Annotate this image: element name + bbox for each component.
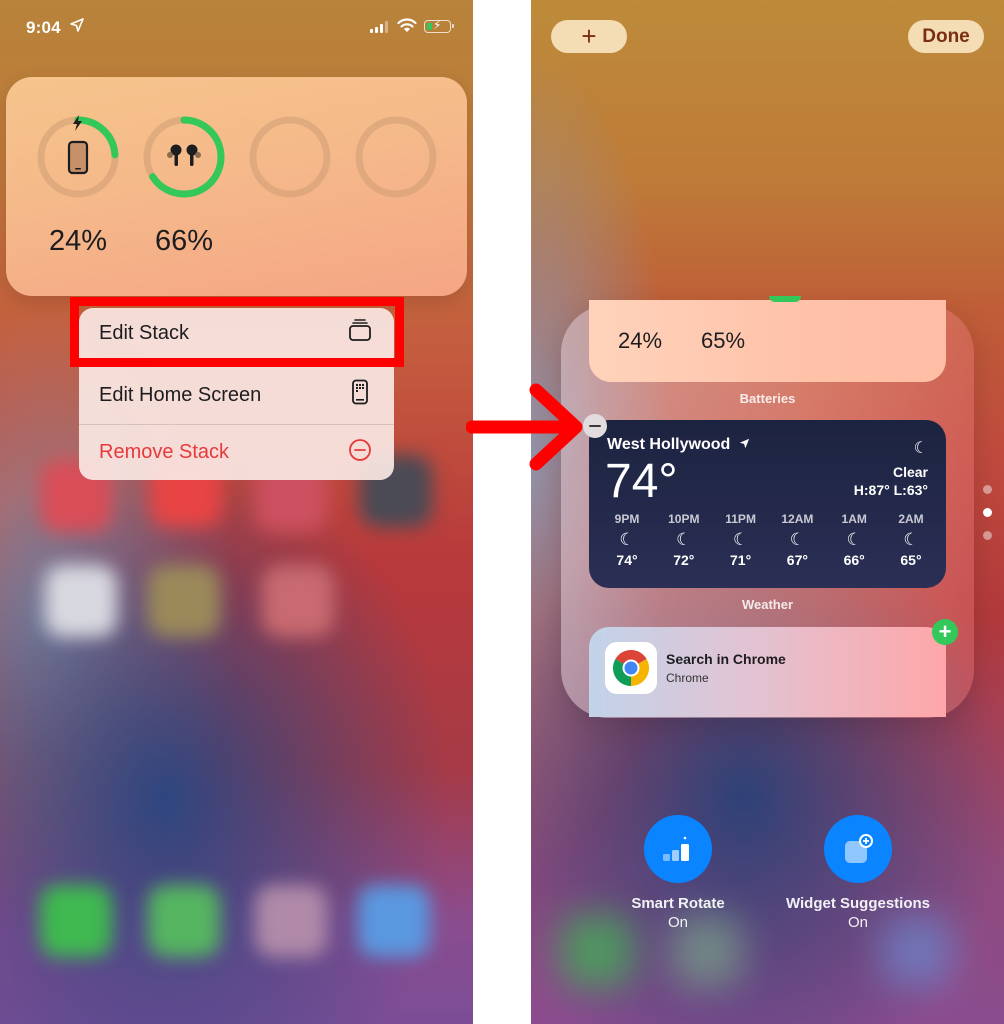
batteries-widget-preview[interactable]: 24% 65%: [589, 296, 946, 382]
hour-temp: 74°: [616, 552, 638, 568]
hourly-item: 2AM ☾ 65°: [883, 512, 939, 568]
chrome-widget-title: Search in Chrome: [666, 651, 786, 667]
weather-condition: Clear: [892, 464, 928, 480]
widget-suggestions-toggle[interactable]: Widget Suggestions On: [768, 815, 948, 931]
hour-label: 9PM: [614, 512, 640, 526]
blurred-app-icon: [45, 565, 117, 637]
hourly-item: 9PM ☾ 74°: [599, 512, 655, 568]
menu-item-label: Edit Home Screen: [99, 383, 262, 406]
hourly-item: 1AM ☾ 66°: [826, 512, 882, 568]
hourly-item: 12AM ☾ 67°: [769, 512, 825, 568]
widget-suggestions-icon: [824, 815, 892, 883]
page-dot[interactable]: [983, 531, 992, 540]
hour-temp: 71°: [730, 552, 752, 568]
battery-ring-peek: [769, 296, 801, 302]
charging-bolt-icon: ⚡: [433, 18, 442, 32]
moon-stars-icon: ☾: [913, 440, 928, 457]
home-screen-phone-icon: [348, 379, 372, 411]
left-screenshot: 9:04 ⚡ 24% 66% Edit Stack Edit Home Scre…: [0, 0, 473, 1024]
remove-widget-button[interactable]: [583, 414, 607, 438]
moon-stars-icon: ☾: [676, 530, 692, 549]
battery-level-fill: [426, 22, 432, 30]
blurred-dock-phone: [40, 885, 112, 957]
location-arrow-icon: [70, 18, 84, 36]
blurred-dock-messages: [148, 885, 220, 957]
hour-label: 11PM: [725, 512, 756, 526]
toggle-state: On: [847, 914, 868, 931]
right-screenshot: + Done 24% 65% Batteries West Hollywood …: [531, 0, 1004, 1024]
status-bar: 9:04 ⚡: [0, 14, 473, 44]
toggle-state: On: [667, 914, 688, 931]
minus-icon: [589, 424, 601, 428]
widget-caption-weather: Weather: [741, 597, 794, 612]
hour-temp: 65°: [900, 552, 922, 568]
add-widget-badge[interactable]: +: [932, 619, 958, 645]
hourly-item: 10PM ☾ 72°: [656, 512, 712, 568]
blurred-app-icon: [148, 565, 220, 637]
hour-label: 2AM: [898, 512, 924, 526]
empty-battery-ring: [355, 116, 437, 198]
moon-stars-icon: ☾: [846, 530, 862, 549]
wifi-icon: [397, 18, 417, 34]
blurred-app-icon: [262, 565, 334, 637]
batteries-widget[interactable]: 24% 66%: [6, 77, 467, 296]
weather-hourly-forecast: 9PM ☾ 74° 10PM ☾ 72° 11PM ☾ 71° 12AM ☾ 67° 1AM ☾ 6…: [599, 512, 939, 568]
status-time: 9:04: [26, 18, 61, 37]
airpods-battery-percent: 66%: [154, 225, 214, 257]
done-button[interactable]: Done: [908, 20, 984, 53]
chrome-icon: [605, 642, 657, 694]
hourly-item: 11PM ☾ 71°: [713, 512, 769, 568]
hour-label: 1AM: [841, 512, 867, 526]
chrome-widget-subtitle: Chrome: [666, 671, 709, 685]
page-dot[interactable]: [983, 485, 992, 494]
weather-location: West Hollywood: [607, 436, 750, 454]
chrome-widget-preview[interactable]: Search in Chrome Chrome: [589, 627, 946, 717]
hour-label: 10PM: [668, 512, 700, 526]
stack-page-indicator: [983, 485, 992, 540]
hour-temp: 72°: [673, 552, 695, 568]
toggle-label: Smart Rotate: [631, 895, 725, 912]
weather-high-low: H:87° L:63°: [853, 482, 928, 498]
annotation-highlight-box: [70, 297, 404, 367]
moon-stars-icon: ☾: [789, 530, 806, 549]
add-widget-button[interactable]: +: [551, 20, 627, 53]
battery-charging-icon: ⚡: [424, 18, 454, 33]
menu-item-label: Remove Stack: [99, 441, 230, 463]
battery-percent: 24%: [618, 328, 663, 353]
airpods-icon: [167, 144, 201, 166]
menu-item-edit-home-screen[interactable]: Edit Home Screen: [79, 366, 394, 424]
battery-percent: 65%: [701, 328, 746, 353]
hour-temp: 67°: [786, 552, 808, 568]
minus-circle-icon: [348, 438, 372, 468]
blurred-dock-chrome: [255, 885, 327, 957]
moon-stars-icon: ☾: [619, 530, 635, 549]
iphone-icon: [67, 140, 89, 175]
location-arrow-icon: [739, 436, 750, 454]
moon-stars-icon: ☾: [903, 530, 919, 549]
smart-rotate-icon: [644, 815, 712, 883]
blurred-dock-mail: [358, 885, 430, 957]
weather-widget-preview[interactable]: West Hollywood 74° ☾ Clear H:87° L:63° 9…: [589, 420, 946, 588]
cellular-signal-icon: [370, 21, 388, 33]
page-dot-active[interactable]: [983, 508, 992, 517]
empty-battery-ring: [249, 116, 331, 198]
airpods-battery-ring: [143, 116, 225, 198]
menu-item-remove-stack[interactable]: Remove Stack: [79, 425, 394, 480]
weather-location-text: West Hollywood: [607, 436, 731, 454]
toggle-label: Widget Suggestions: [785, 895, 931, 912]
iphone-battery-percent: 24%: [48, 225, 108, 257]
moon-stars-icon: ☾: [732, 530, 749, 549]
widget-caption-batteries: Batteries: [739, 391, 796, 406]
iphone-battery-ring: [37, 115, 119, 198]
hour-label: 12AM: [781, 512, 814, 526]
smart-rotate-toggle[interactable]: Smart Rotate On: [588, 815, 768, 931]
hour-temp: 66°: [843, 552, 865, 568]
weather-current-temp: 74°: [605, 455, 678, 508]
